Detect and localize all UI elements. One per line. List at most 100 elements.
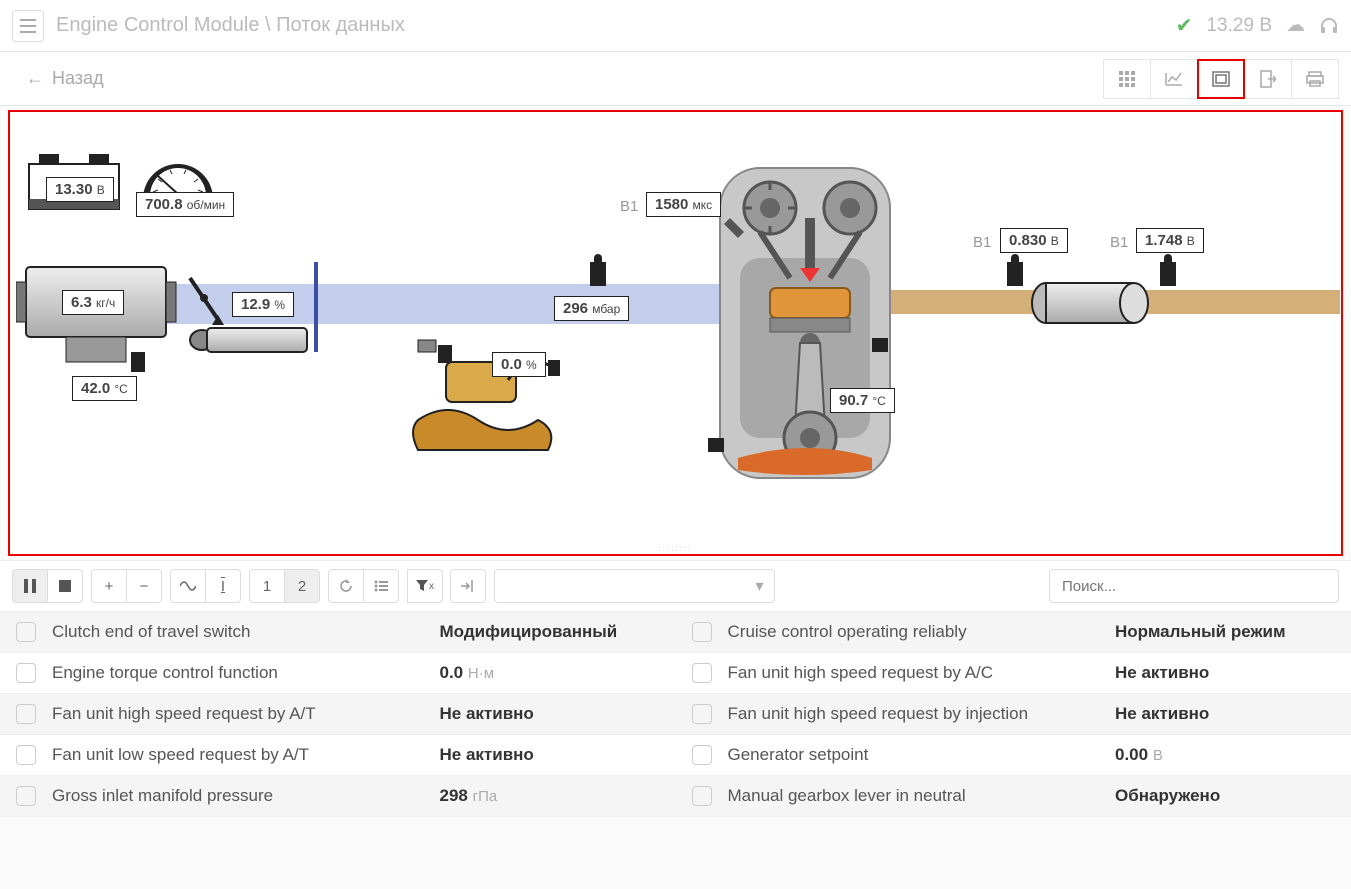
view-text-button[interactable]: I — [205, 569, 241, 603]
table-row: Fan unit high speed request by injection… — [676, 694, 1351, 735]
diagram-icon — [1212, 71, 1230, 87]
page-2-button[interactable]: 2 — [284, 569, 320, 603]
view-diagram-button[interactable] — [1197, 59, 1245, 99]
o2-1-prefix: B1 — [973, 234, 991, 251]
refresh-button[interactable] — [328, 569, 364, 603]
header-voltage: 13.29 В — [1206, 15, 1272, 37]
view-grid-button[interactable] — [1103, 59, 1151, 99]
row-checkbox[interactable] — [692, 704, 712, 724]
view-chart-button[interactable] — [1150, 59, 1198, 99]
row-checkbox[interactable] — [16, 663, 36, 683]
breadcrumb-page: Поток данных — [276, 14, 405, 36]
param-name: Generator setpoint — [728, 745, 1100, 765]
engine-icon — [700, 158, 910, 488]
table-row: Clutch end of travel switch Модифицирова… — [0, 612, 676, 653]
param-value: Не активно — [440, 704, 660, 724]
catalytic-converter-icon — [1030, 276, 1150, 330]
coolant-temp: 90.7 °C — [830, 388, 895, 413]
row-checkbox[interactable] — [16, 622, 36, 642]
table-row: Gross inlet manifold pressure 298 гПа — [0, 776, 676, 817]
table-row: Fan unit high speed request by A/C Не ак… — [676, 653, 1351, 694]
row-checkbox[interactable] — [692, 622, 712, 642]
iat-value: 42.0 °C — [72, 376, 137, 401]
breadcrumb-module: Engine Control Module — [56, 14, 259, 36]
param-name: Fan unit high speed request by A/T — [52, 704, 424, 724]
export-button[interactable] — [1244, 59, 1292, 99]
print-icon — [1306, 71, 1324, 87]
cloud-icon[interactable]: ☁ — [1286, 14, 1305, 37]
table-row: Generator setpoint 0.00 В — [676, 735, 1351, 776]
table-row: Manual gearbox lever in neutral Обнаруже… — [676, 776, 1351, 817]
text-icon: I — [221, 578, 225, 595]
row-checkbox[interactable] — [16, 786, 36, 806]
param-name: Clutch end of travel switch — [52, 622, 424, 642]
stop-button[interactable] — [47, 569, 83, 603]
param-name: Fan unit high speed request by injection — [728, 704, 1100, 724]
rpm-value: 700.8 об/мин — [136, 192, 234, 217]
param-value: Нормальный режим — [1115, 622, 1335, 642]
list-icon — [374, 580, 388, 592]
param-value: 0.00 В — [1115, 745, 1335, 765]
param-value: Модифицированный — [440, 622, 660, 642]
table-row: Fan unit low speed request by A/T Не акт… — [0, 735, 676, 776]
pause-icon — [24, 579, 36, 593]
param-name: Gross inlet manifold pressure — [52, 786, 424, 806]
o2-1-value: 0.830 В — [1000, 228, 1068, 253]
parameter-select[interactable]: ▾ — [494, 569, 775, 603]
param-value: 0.0 Н·м — [440, 663, 660, 683]
param-name: Manual gearbox lever in neutral — [728, 786, 1100, 806]
row-checkbox[interactable] — [692, 786, 712, 806]
purge-value: 0.0 % — [492, 352, 546, 377]
throttle-value: 12.9 % — [232, 292, 294, 317]
breadcrumb: Engine Control Module \ Поток данных — [56, 14, 405, 37]
param-value: Не активно — [1115, 704, 1335, 724]
map-value: 296 мбар — [554, 296, 629, 321]
param-value: 298 гПа — [440, 786, 660, 806]
search-input[interactable] — [1049, 569, 1339, 603]
engine-diagram: 13.30 В 700.8 об/мин 6.3 кг/ч 42.0 °C 12… — [8, 110, 1343, 556]
filter-icon — [416, 580, 428, 592]
o2-2-value: 1.748 В — [1136, 228, 1204, 253]
page-1-button[interactable]: 1 — [249, 569, 285, 603]
coolant-tank-icon — [408, 330, 588, 470]
param-value: Обнаружено — [1115, 786, 1335, 806]
top-bar: Engine Control Module \ Поток данных ✔ 1… — [0, 0, 1351, 52]
refresh-icon — [339, 579, 353, 593]
table-row: Fan unit high speed request by A/T Не ак… — [0, 694, 676, 735]
o2-2-prefix: B1 — [1110, 234, 1128, 251]
data-toolbar: + − I 1 2 x ▾ — [0, 560, 1351, 611]
data-grid: Clutch end of travel switch Модифицирова… — [0, 611, 1351, 817]
add-button[interactable]: + — [91, 569, 127, 603]
row-checkbox[interactable] — [16, 704, 36, 724]
row-checkbox[interactable] — [16, 745, 36, 765]
param-value: Не активно — [440, 745, 660, 765]
view-wave-button[interactable] — [170, 569, 206, 603]
param-name: Fan unit high speed request by A/C — [728, 663, 1100, 683]
filter-button[interactable]: x — [407, 569, 443, 603]
param-name: Fan unit low speed request by A/T — [52, 745, 424, 765]
go-button[interactable] — [450, 569, 486, 603]
param-value: Не активно — [1115, 663, 1335, 683]
injector-value: 1580 мкс — [646, 192, 721, 217]
headset-icon[interactable] — [1319, 16, 1339, 36]
row-checkbox[interactable] — [692, 663, 712, 683]
status-ok-icon: ✔ — [1176, 13, 1193, 38]
sub-bar: ← Назад — [0, 52, 1351, 106]
chevron-down-icon: ▾ — [755, 576, 763, 596]
table-row: Cruise control operating reliably Нормал… — [676, 612, 1351, 653]
wave-icon — [180, 581, 196, 591]
row-checkbox[interactable] — [692, 745, 712, 765]
back-button[interactable]: ← Назад — [12, 62, 118, 95]
resize-handle[interactable]: :::::::: — [659, 544, 693, 553]
grid-icon — [1119, 71, 1135, 87]
remove-button[interactable]: − — [126, 569, 162, 603]
o2-sensor-2-icon — [1160, 262, 1176, 286]
pause-button[interactable] — [12, 569, 48, 603]
print-button[interactable] — [1291, 59, 1339, 99]
o2-sensor-1-icon — [1007, 262, 1023, 286]
map-sensor-icon — [590, 262, 606, 286]
list-button[interactable] — [363, 569, 399, 603]
throttle-icon — [182, 270, 322, 380]
stop-icon — [59, 580, 71, 592]
menu-button[interactable] — [12, 10, 44, 42]
